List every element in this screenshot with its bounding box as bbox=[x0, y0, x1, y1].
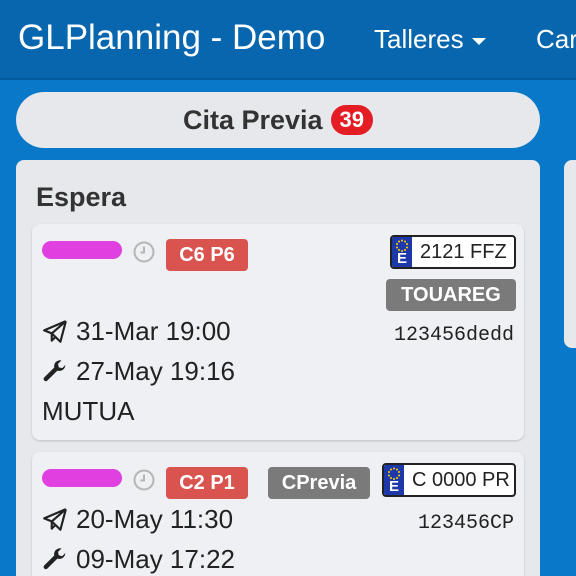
eu-flag-icon: E bbox=[392, 237, 412, 267]
plate-number: C 0000 PR bbox=[412, 469, 510, 491]
appointment-card[interactable]: C6 P6 E 2121 FFZ TOUAREG 31-Mar 19:00 12… bbox=[32, 224, 524, 440]
paper-plane-icon bbox=[43, 319, 67, 343]
wrench-icon bbox=[43, 359, 66, 381]
app-brand[interactable]: GLPlanning - Demo bbox=[18, 18, 325, 58]
sent-row: 31-Mar 19:00 bbox=[42, 316, 231, 347]
reference-code: 123456CP bbox=[417, 512, 514, 535]
clock-icon bbox=[133, 469, 155, 491]
nav-talleres-label: Talleres bbox=[374, 24, 464, 54]
paper-plane-icon bbox=[43, 507, 67, 531]
cita-previa-label: Cita Previa bbox=[182, 104, 323, 135]
sent-datetime: 20-May 11:30 bbox=[76, 504, 234, 534]
nav-next-item[interactable]: Car bbox=[536, 24, 576, 55]
service-row: 09-May 17:22 bbox=[42, 544, 235, 575]
reference-code: 123456dedd bbox=[393, 324, 514, 347]
sent-datetime: 31-Mar 19:00 bbox=[76, 316, 231, 346]
clock-icon bbox=[133, 241, 155, 263]
appointment-type-tag: CPrevia bbox=[268, 467, 370, 499]
workshop-tag: C2 P1 bbox=[166, 467, 248, 499]
caret-down-icon bbox=[471, 37, 486, 45]
plate-number: 2121 FFZ bbox=[420, 241, 507, 263]
cita-previa-count-badge: 39 bbox=[330, 105, 374, 135]
sent-row: 20-May 11:30 bbox=[42, 504, 233, 535]
service-datetime: 27-May 19:16 bbox=[76, 356, 235, 386]
client-name: MUTUA bbox=[42, 396, 135, 426]
column-espera: Espera C6 P6 E 2121 FFZ TOUAREG 31-Mar 1… bbox=[16, 160, 540, 576]
service-datetime: 09-May 17:22 bbox=[76, 544, 235, 574]
eu-flag-icon: E bbox=[384, 465, 404, 495]
plate-country: E bbox=[388, 478, 399, 495]
appointment-card[interactable]: C2 P1 CPrevia E C 0000 PR 20-May 11:30 1… bbox=[32, 452, 524, 576]
navbar: GLPlanning - Demo Talleres Car bbox=[0, 0, 576, 80]
cita-previa-button[interactable]: Cita Previa 39 bbox=[16, 92, 540, 148]
workshop-tag: C6 P6 bbox=[166, 239, 248, 271]
nav-talleres-dropdown[interactable]: Talleres bbox=[374, 24, 486, 55]
service-row: 27-May 19:16 bbox=[42, 356, 235, 387]
label-color-pill bbox=[42, 469, 122, 487]
next-column bbox=[564, 160, 576, 348]
label-color-pill bbox=[42, 241, 122, 259]
license-plate: E C 0000 PR bbox=[382, 463, 516, 497]
wrench-icon bbox=[43, 547, 66, 569]
license-plate: E 2121 FFZ bbox=[390, 235, 516, 269]
vehicle-model-tag: TOUAREG bbox=[386, 279, 516, 311]
plate-country: E bbox=[396, 250, 407, 267]
column-title: Espera bbox=[36, 182, 127, 212]
